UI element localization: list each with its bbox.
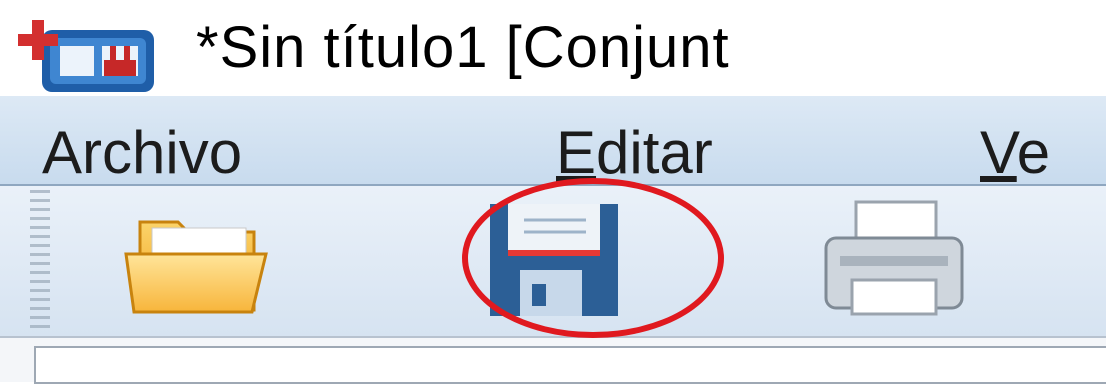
cell-editor-field[interactable] — [34, 346, 1106, 384]
folder-open-icon — [124, 220, 268, 314]
save-highlight-circle — [462, 178, 724, 338]
menu-ver[interactable]: Ve — [980, 118, 1050, 187]
print-button[interactable] — [816, 194, 966, 324]
menu-ver-label: e — [1016, 119, 1051, 186]
menu-archivo-label: Archivo — [42, 119, 243, 186]
window-title: *Sin título1 [Conjunt — [196, 15, 730, 80]
open-folder-button[interactable] — [122, 194, 272, 324]
toolbar-grip[interactable] — [30, 190, 50, 330]
title-bar: *Sin título1 [Conjunt — [0, 0, 1106, 96]
menu-ver-mnemonic: V — [980, 119, 1017, 186]
menu-editar-mnemonic: E — [556, 119, 597, 186]
menu-editar-label: ditar — [596, 119, 713, 186]
spss-statistics-icon[interactable] — [14, 16, 162, 96]
printer-icon — [824, 200, 964, 316]
menu-archivo[interactable]: Archivo — [42, 118, 242, 187]
menu-editar[interactable]: Editar — [556, 118, 713, 187]
